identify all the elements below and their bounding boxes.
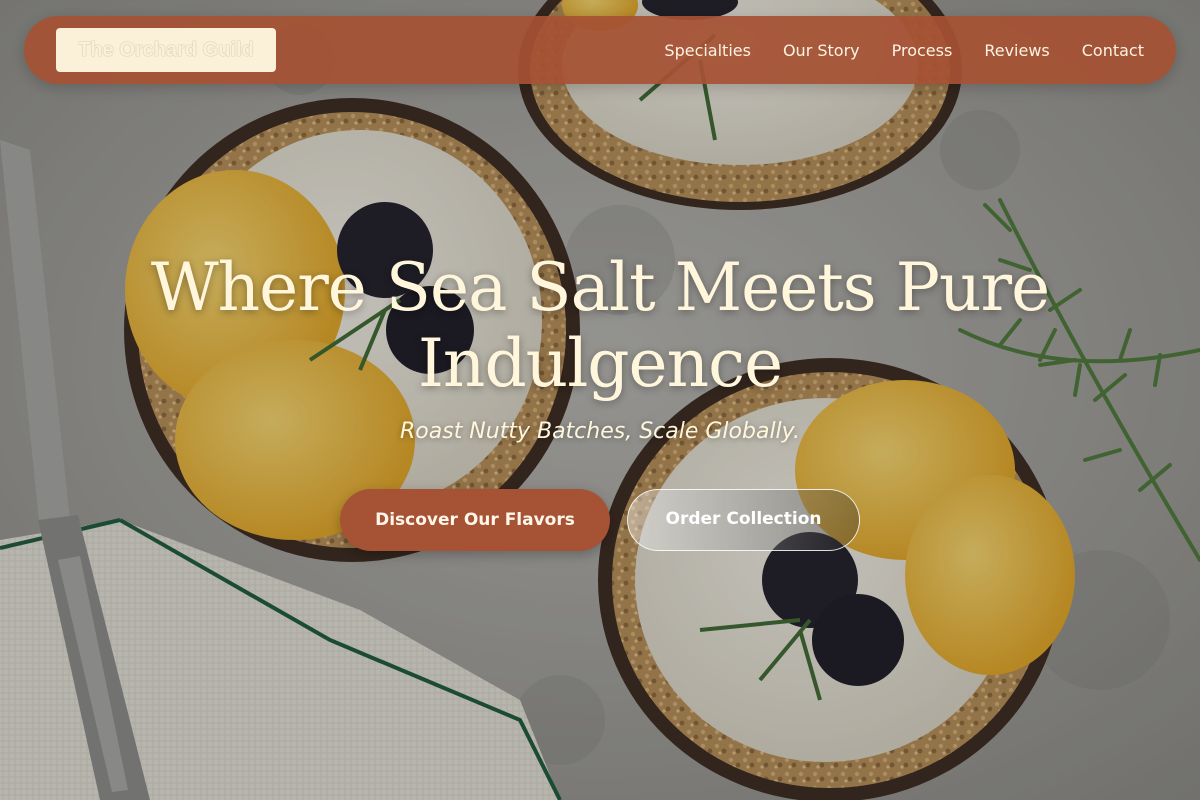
top-navbar: The Orchard Guild Specialties Our Story … <box>24 16 1176 84</box>
nav-link-specialties[interactable]: Specialties <box>664 41 751 60</box>
nav-links: Specialties Our Story Process Reviews Co… <box>664 16 1144 84</box>
brand-logo-link[interactable]: The Orchard Guild <box>56 28 276 72</box>
discover-flavors-button[interactable]: Discover Our Flavors <box>340 489 610 551</box>
nav-link-reviews[interactable]: Reviews <box>984 41 1049 60</box>
nav-link-contact[interactable]: Contact <box>1082 41 1144 60</box>
hero-title: Where Sea Salt Meets Pure Indulgence <box>150 249 1050 402</box>
order-collection-button[interactable]: Order Collection <box>627 489 860 551</box>
hero-subtitle: Roast Nutty Batches, Scale Globally. <box>400 419 800 444</box>
nav-link-our-story[interactable]: Our Story <box>783 41 860 60</box>
nav-link-process[interactable]: Process <box>892 41 953 60</box>
brand-name: The Orchard Guild <box>78 39 254 61</box>
